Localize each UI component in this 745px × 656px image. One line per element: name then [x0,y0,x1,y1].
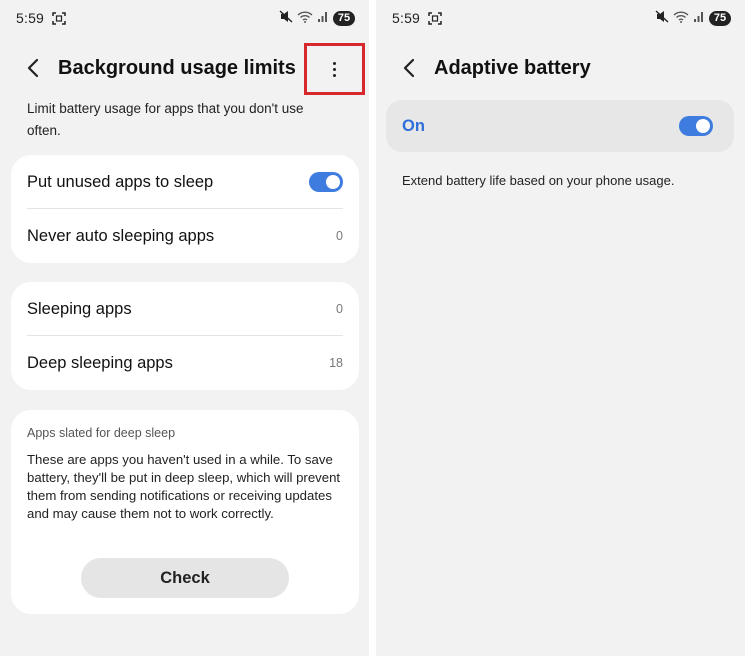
status-time: 5:59 [16,10,45,26]
screen-divider [369,0,376,656]
wifi-icon [297,10,313,26]
page-description: Limit battery usage for apps that you do… [27,101,304,138]
adaptive-battery-toggle[interactable] [679,116,713,136]
mute-icon [279,10,293,26]
battery-icon: 75 [709,10,731,26]
adaptive-battery-switch-row[interactable]: On [386,100,734,152]
back-button[interactable] [394,53,424,83]
never-auto-sleeping-apps-row[interactable]: Never auto sleeping apps 0 [27,209,343,263]
never-auto-sleeping-count: 0 [336,229,343,243]
put-unused-apps-to-sleep-row[interactable]: Put unused apps to sleep [27,155,343,209]
suggestion-text: These are apps you haven't used in a whi… [27,452,341,521]
status-bar: 5:59 75 [16,8,355,28]
adaptive-battery-description: Extend battery life based on your phone … [402,173,675,188]
signal-icon [317,10,329,26]
status-bar: 5:59 75 [392,8,731,28]
page-title: Adaptive battery [434,56,591,79]
adaptive-battery-screen: 5:59 75 Adaptive battery On Extend batte… [376,0,745,656]
signal-icon [693,10,705,26]
more-options-button[interactable] [325,57,345,81]
back-button[interactable] [18,53,48,83]
status-time: 5:59 [392,10,421,26]
check-button[interactable]: Check [81,558,289,598]
screenshot-icon [428,11,442,25]
deep-sleep-suggestion-card: Apps slated for deep sleep These are app… [11,410,359,614]
sleeping-apps-count: 0 [336,302,343,316]
sleep-settings-card: Put unused apps to sleep Never auto slee… [11,155,359,263]
put-unused-apps-toggle[interactable] [309,172,343,192]
sleeping-apps-label: Sleeping apps [27,299,132,318]
chevron-left-icon [403,58,415,78]
wifi-icon [673,10,689,26]
header: Adaptive battery [394,52,745,84]
deep-sleeping-apps-label: Deep sleeping apps [27,353,173,372]
sleeping-apps-row[interactable]: Sleeping apps 0 [27,282,343,336]
switch-state-label: On [402,116,425,135]
more-vert-icon [333,61,336,65]
suggestion-title: Apps slated for deep sleep [27,426,176,440]
deep-sleeping-apps-row[interactable]: Deep sleeping apps 18 [27,336,343,390]
never-auto-sleeping-label: Never auto sleeping apps [27,226,215,245]
mute-icon [655,10,669,26]
more-options-highlight [304,43,365,95]
screenshot-icon [52,11,66,25]
chevron-left-icon [27,58,39,78]
background-usage-limits-screen: 5:59 75 Background usage limits Limit ba… [0,0,369,656]
battery-icon: 75 [333,10,355,26]
sleeping-apps-card: Sleeping apps 0 Deep sleeping apps 18 [11,282,359,390]
page-title: Background usage limits [58,56,296,79]
put-unused-apps-label: Put unused apps to sleep [27,172,214,191]
deep-sleeping-apps-count: 18 [329,356,343,370]
